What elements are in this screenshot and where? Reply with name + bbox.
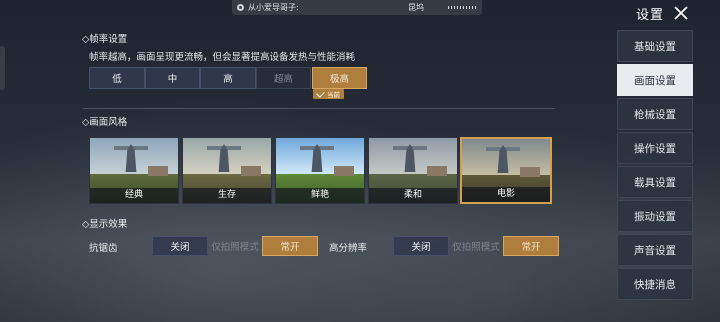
page-title: 设置 <box>636 8 665 23</box>
style-card-soft[interactable]: 柔和 <box>368 137 458 204</box>
style-card-vivid[interactable]: 鲜艳 <box>275 137 365 204</box>
nav-item-vehicles[interactable]: 载具设置 <box>617 166 693 198</box>
nav-item-vibration[interactable]: 振动设置 <box>617 200 693 232</box>
close-icon[interactable] <box>672 4 690 22</box>
frame-rate-high-button[interactable]: 高 <box>200 67 256 89</box>
anti-aliasing-always-on-button[interactable]: 常开 <box>262 236 318 256</box>
style-card-survival-label: 生存 <box>183 188 271 203</box>
high-resolution-off-button[interactable]: 关闭 <box>393 236 449 256</box>
graphics-style-heading: ◇画面风格 <box>82 117 128 128</box>
style-card-classic[interactable]: 经典 <box>89 137 179 204</box>
style-card-survival[interactable]: 生存 <box>182 137 272 204</box>
current-badge: 当前 <box>313 88 344 99</box>
player-name: 从小爱导哥子: <box>248 3 299 12</box>
anti-aliasing-label: 抗锯齿 <box>89 243 118 254</box>
high-resolution-always-on-button[interactable]: 常开 <box>503 236 559 256</box>
anti-aliasing-photo-mode-button[interactable]: 仅拍照模式 <box>208 236 262 256</box>
settings-nav: 基础设置 画面设置 枪械设置 操作设置 载具设置 振动设置 声音设置 快捷消息 <box>617 30 693 302</box>
nav-item-quick-messages[interactable]: 快捷消息 <box>617 268 693 300</box>
nav-item-graphics[interactable]: 画面设置 <box>617 64 693 96</box>
style-card-vivid-label: 鲜艳 <box>276 188 364 203</box>
frame-rate-heading: ◇帧率设置 <box>82 34 128 45</box>
display-effects-heading: ◇显示效果 <box>82 219 128 230</box>
high-resolution-label: 高分辨率 <box>329 243 368 254</box>
nav-item-audio[interactable]: 声音设置 <box>617 234 693 266</box>
nav-item-weapons[interactable]: 枪械设置 <box>617 98 693 130</box>
nav-item-basic[interactable]: 基础设置 <box>617 30 693 62</box>
top-status-bar: 从小爱导哥子: 昆坞 <box>232 0 482 15</box>
status-text: 昆坞 <box>408 3 424 12</box>
signal-dots-icon <box>448 6 476 9</box>
style-card-classic-label: 经典 <box>90 188 178 203</box>
style-card-cinematic[interactable]: 电影 <box>460 137 552 204</box>
frame-rate-description: 帧率越高，画面呈现更流畅，但会显著提高设备发热与性能消耗 <box>89 52 356 63</box>
section-divider <box>83 108 555 109</box>
location-pin-icon <box>237 4 244 11</box>
current-badge-label: 当前 <box>327 91 340 99</box>
style-card-soft-label: 柔和 <box>369 188 457 203</box>
edge-handle[interactable] <box>0 46 5 90</box>
nav-item-controls[interactable]: 操作设置 <box>617 132 693 164</box>
frame-rate-extreme-button[interactable]: 极高 <box>312 67 367 89</box>
frame-rate-medium-button[interactable]: 中 <box>145 67 200 89</box>
frame-rate-low-button[interactable]: 低 <box>89 67 145 89</box>
check-icon <box>316 88 325 98</box>
high-resolution-photo-mode-button[interactable]: 仅拍照模式 <box>449 236 503 256</box>
frame-rate-ultra-button[interactable]: 超高 <box>256 67 311 89</box>
anti-aliasing-off-button[interactable]: 关闭 <box>152 236 208 256</box>
style-card-cinematic-label: 电影 <box>462 187 550 202</box>
